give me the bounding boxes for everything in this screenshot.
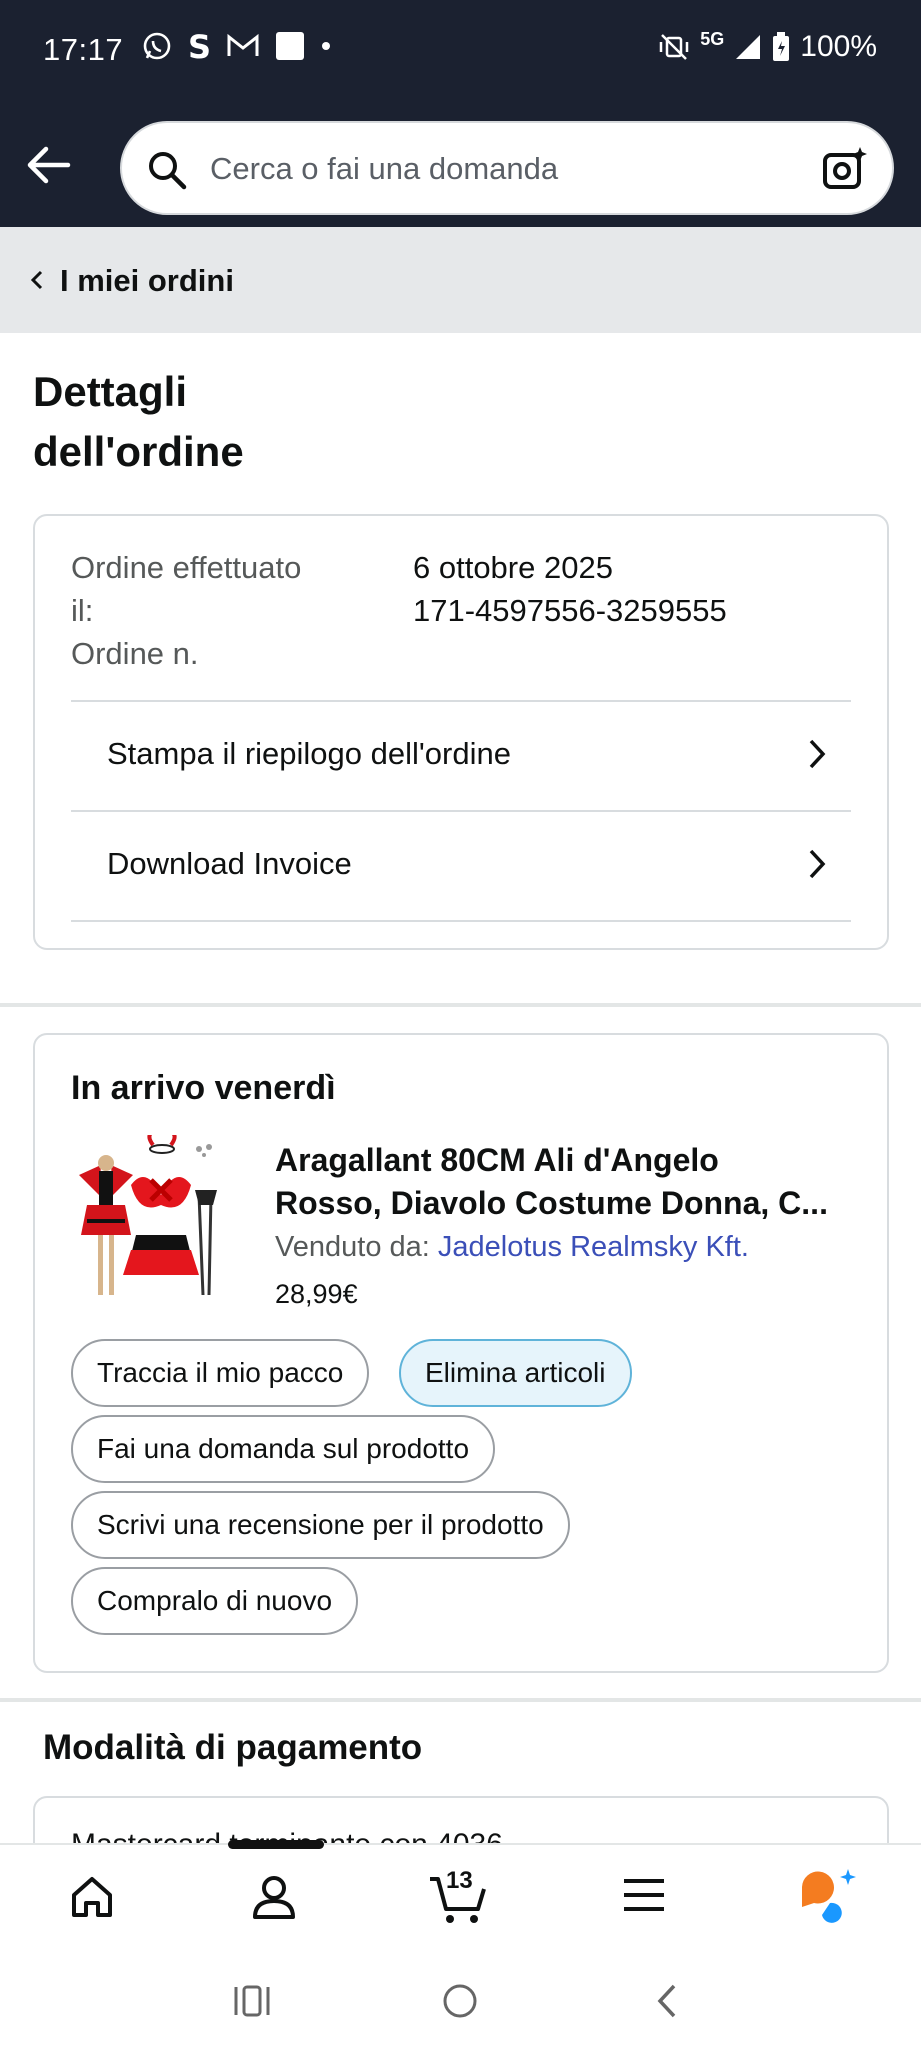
product-price: 28,99€ [275, 1279, 358, 1309]
order-info-card: Ordine effettuato il: Ordine n. 6 ottobr… [33, 514, 889, 950]
mail-icon [227, 33, 259, 56]
status-right: 5G 100% [658, 28, 877, 64]
section-separator [0, 1003, 921, 1007]
breadcrumb-label[interactable]: I miei ordini [60, 263, 234, 299]
signal-icon [736, 35, 761, 59]
s-app-icon: S [188, 30, 211, 62]
print-summary-link[interactable]: Stampa il riepilogo dell'ordine [71, 702, 851, 810]
dot-icon [322, 42, 330, 50]
android-nav-bar [0, 1953, 921, 2048]
svg-text:S: S [188, 30, 211, 62]
seller-info: Venduto da: Jadelotus Realmsky Kft. [275, 1231, 749, 1264]
product-image[interactable] [71, 1135, 221, 1305]
chevron-right-icon [809, 739, 826, 769]
search-input[interactable]: Cerca o fai una domanda [210, 151, 558, 187]
delivery-heading: In arrivo venerdì [71, 1069, 336, 1107]
product-title-line2: Rosso, Diavolo Costume Donna, C... [275, 1185, 828, 1221]
recent-apps-icon[interactable] [232, 1981, 272, 2021]
network-type: 5G [700, 28, 725, 49]
download-invoice-label: Download Invoice [107, 846, 352, 881]
vibrate-mute-icon [660, 34, 689, 60]
print-summary-label: Stampa il riepilogo dell'ordine [107, 736, 511, 771]
breadcrumb[interactable]: I miei ordini [0, 227, 921, 333]
order-number-value: 171-4597556-3259555 [413, 593, 727, 628]
battery-level: 100% [800, 30, 877, 63]
remove-items-button[interactable]: Elimina articoli [399, 1339, 632, 1407]
camera-search-icon[interactable] [820, 143, 870, 193]
chevron-right-icon [809, 849, 826, 879]
home-button-icon[interactable] [440, 1981, 480, 2021]
page-title: Dettagli dell'ordine [33, 362, 433, 482]
delivery-card: In arrivo venerdì Aragallant 80CM Ali d'… [33, 1033, 889, 1673]
menu-icon[interactable] [622, 1877, 666, 1913]
square-app-icon [276, 32, 304, 60]
search-box[interactable]: Cerca o fai una domanda [120, 121, 894, 215]
back-button-icon[interactable] [652, 1981, 682, 2021]
page-title-line1: Dettagli [33, 368, 188, 415]
notification-icons: S [142, 30, 332, 62]
ask-question-button[interactable]: Fai una domanda sul prodotto [71, 1415, 496, 1483]
cart-count-badge: 13 [446, 1867, 473, 1894]
nav-active-indicator [228, 1840, 324, 1849]
search-header: Cerca o fai una domanda [0, 103, 921, 227]
track-package-button[interactable]: Traccia il mio pacco [71, 1339, 370, 1407]
seller-link[interactable]: Jadelotus Realmsky Kft. [438, 1231, 749, 1263]
status-bar: 17:17 S 5G 100% [0, 0, 921, 103]
battery-icon [773, 32, 790, 61]
order-date-value: 6 ottobre 2025 [413, 550, 613, 585]
order-date-label-2: il: [71, 593, 94, 628]
chevron-left-icon [30, 270, 43, 290]
order-values: 6 ottobre 2025 171-4597556-3259555 [413, 546, 727, 632]
payment-title: Modalità di pagamento [43, 1728, 423, 1767]
divider [71, 920, 851, 922]
buy-again-button[interactable]: Compralo di nuovo [71, 1567, 359, 1635]
home-icon[interactable] [68, 1873, 116, 1919]
order-labels: Ordine effettuato il: Ordine n. [71, 546, 371, 675]
whatsapp-icon [143, 32, 171, 60]
seller-label: Venduto da: [275, 1231, 430, 1263]
product-title[interactable]: Aragallant 80CM Ali d'Angelo Rosso, Diav… [275, 1139, 865, 1225]
order-date-label: Ordine effettuato [71, 550, 302, 585]
rufus-assistant-icon[interactable] [798, 1867, 858, 1923]
download-invoice-link[interactable]: Download Invoice [71, 812, 851, 920]
page-title-line2: dell'ordine [33, 428, 244, 475]
back-arrow-icon[interactable] [24, 143, 74, 187]
account-icon[interactable] [250, 1873, 298, 1921]
search-icon [149, 152, 187, 190]
product-title-line1: Aragallant 80CM Ali d'Angelo [275, 1142, 719, 1178]
bottom-nav: 13 [0, 1843, 921, 1953]
order-number-label: Ordine n. [71, 636, 199, 671]
write-review-button[interactable]: Scrivi una recensione per il prodotto [71, 1491, 570, 1559]
status-time: 17:17 [43, 32, 124, 67]
section-separator [0, 1698, 921, 1702]
